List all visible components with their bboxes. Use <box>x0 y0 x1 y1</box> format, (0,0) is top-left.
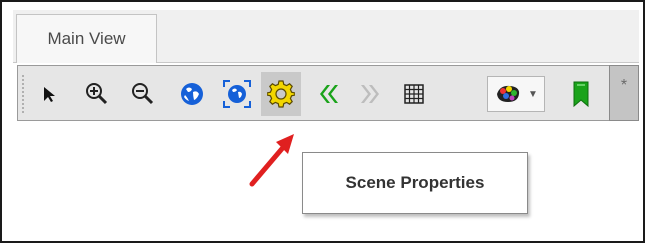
color-palette-dropdown[interactable]: ▼ <box>487 76 545 112</box>
pointer-select-icon <box>44 87 55 102</box>
chevron-down-icon: ▼ <box>528 88 538 100</box>
red-arrow-annotation <box>249 134 294 187</box>
zoom-to-layer-button[interactable] <box>217 72 257 116</box>
grid-button[interactable] <box>394 72 434 116</box>
green-bookmark-icon <box>573 81 589 108</box>
zoom-in-icon <box>86 83 108 105</box>
toolbar-area: ▼ * <box>17 65 639 121</box>
globe-extent-icon <box>223 80 251 108</box>
toolbar: ▼ <box>17 65 622 121</box>
zoom-out-button[interactable] <box>122 72 162 116</box>
color-palette-dropdown-icon <box>497 85 520 102</box>
tab-strip: Main View <box>13 10 639 63</box>
globe-icon <box>181 83 203 105</box>
scene-properties-tooltip: Scene Properties <box>302 152 528 214</box>
gear-icon <box>267 80 295 108</box>
previous-extent-button[interactable] <box>308 72 348 116</box>
grid-icon <box>404 84 424 104</box>
zoom-in-button[interactable] <box>76 72 116 116</box>
toolbar-overflow-button[interactable]: * <box>609 65 639 121</box>
scene-properties-button[interactable] <box>261 72 301 116</box>
select-button[interactable] <box>30 72 70 116</box>
full-extent-button[interactable] <box>172 72 212 116</box>
app-window: Main View ▼ * Scene Properties <box>0 0 645 243</box>
double-chevron-left-icon <box>320 85 338 103</box>
toolbar-grip[interactable] <box>22 75 26 113</box>
zoom-out-icon <box>132 83 154 105</box>
bookmark-button[interactable] <box>561 72 601 116</box>
tab-main-view[interactable]: Main View <box>16 14 157 63</box>
double-chevron-right-icon <box>361 85 379 103</box>
next-extent-button[interactable] <box>351 72 391 116</box>
